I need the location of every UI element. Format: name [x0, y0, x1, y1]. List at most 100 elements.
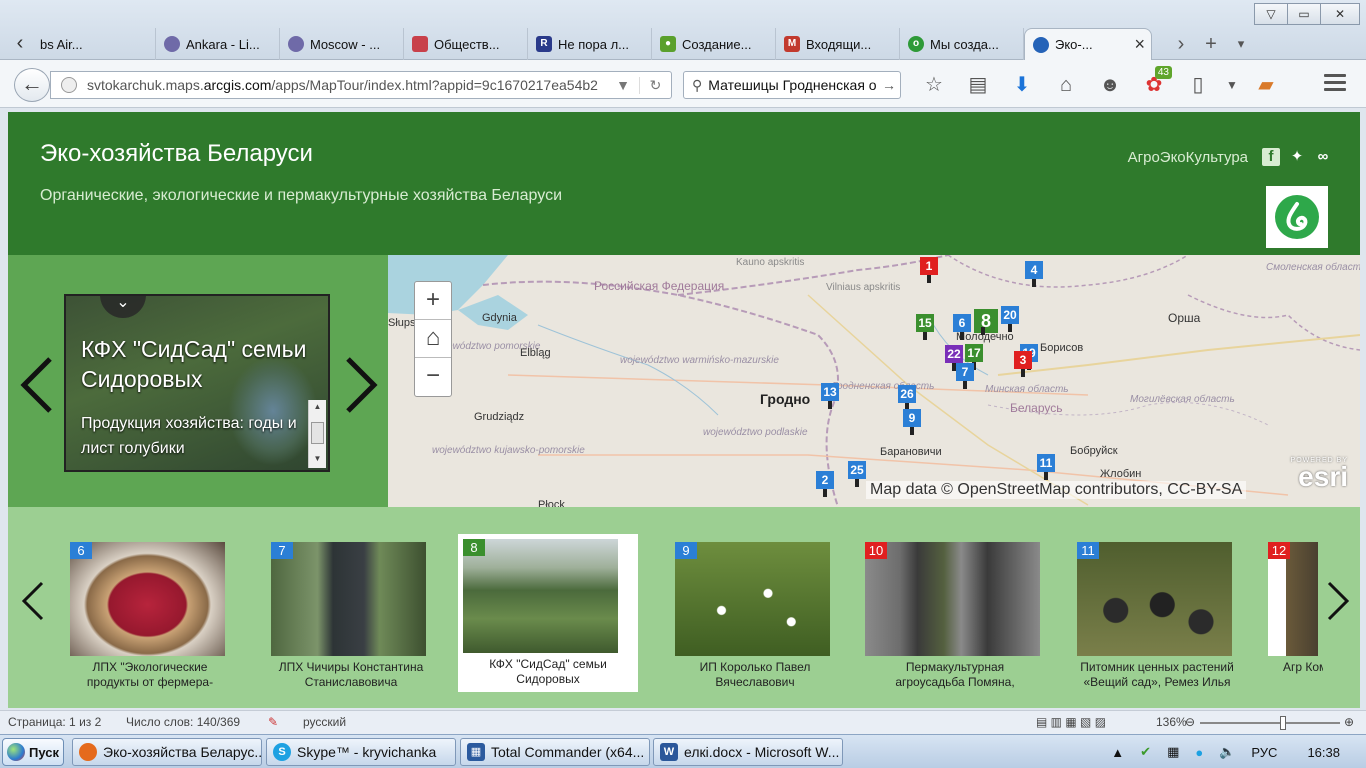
tray-app-icon[interactable]: ✔: [1140, 744, 1151, 760]
zoom-out-button[interactable]: −: [415, 358, 451, 396]
task-skype[interactable]: S Skype™ - kryvichanka: [266, 738, 456, 766]
spellcheck-icon[interactable]: ✎: [268, 715, 278, 729]
language-label[interactable]: русский: [303, 715, 346, 729]
keyboard-language[interactable]: РУС: [1251, 745, 1277, 760]
map-pin-25[interactable]: 25: [848, 461, 866, 487]
map-pin-26[interactable]: 26: [898, 385, 916, 411]
zoom-in-icon[interactable]: ⊕: [1344, 715, 1354, 729]
start-button[interactable]: Пуск: [2, 738, 64, 766]
back-button[interactable]: ←: [14, 68, 50, 102]
tab-scroll-right-icon[interactable]: ›: [1166, 33, 1196, 56]
tab-7[interactable]: о Мы созда...: [900, 28, 1024, 60]
chat-addon-icon[interactable]: ☻: [1088, 70, 1132, 100]
downloads-icon[interactable]: ⬇: [1000, 70, 1044, 100]
collapse-card-icon[interactable]: ⌄: [100, 296, 146, 318]
map-pin-4[interactable]: 4: [1025, 261, 1043, 287]
carousel-item-11[interactable]: 11 Питомник ценных растений «Вещий сад»,…: [1072, 537, 1252, 693]
map-pin-8[interactable]: 8: [974, 309, 998, 335]
addon-icon[interactable]: ✿ 43: [1132, 66, 1176, 100]
map-pin-7[interactable]: 7: [956, 363, 974, 389]
tray-network-icon[interactable]: ▦: [1167, 744, 1179, 760]
home-extent-button[interactable]: ⌂: [415, 320, 451, 358]
extension-icon[interactable]: ▰: [1244, 70, 1288, 100]
map-view[interactable]: Kauno apskritis Vilniaus apskritis Росси…: [388, 255, 1360, 507]
view-mode-icons[interactable]: ▤ ▥ ▦ ▧ ▨: [1036, 715, 1106, 729]
zoom-slider-knob[interactable]: [1280, 716, 1286, 730]
map-pin-1[interactable]: 1: [920, 257, 938, 283]
carousel-item-10[interactable]: 10 Пермакультурная агроусадьба Помяна,: [860, 537, 1040, 693]
volume-icon[interactable]: 🔈: [1219, 744, 1235, 760]
map-pin-22[interactable]: 22: [945, 345, 963, 371]
bookmark-star-icon[interactable]: ☆: [912, 70, 956, 100]
next-story-arrow-icon[interactable]: [340, 355, 380, 415]
map-pin-6[interactable]: 6: [953, 314, 971, 340]
carousel-item-8-selected[interactable]: 8 КФХ "СидСад" семьи Сидоровых: [458, 534, 638, 692]
map-pin-15[interactable]: 15: [916, 314, 934, 340]
map-pin-11[interactable]: 11: [1037, 454, 1055, 480]
tab-5[interactable]: ● Создание...: [652, 28, 776, 60]
scroll-thumb[interactable]: [311, 422, 324, 444]
task-firefox[interactable]: Эко-хозяйства Беларус...: [72, 738, 262, 766]
tab-4[interactable]: R Не пора л...: [528, 28, 652, 60]
carousel-prev-icon[interactable]: [18, 579, 48, 623]
tab-close-icon[interactable]: ×: [1134, 34, 1145, 55]
map-pin-13[interactable]: 13: [821, 383, 839, 409]
restore-button[interactable]: ▭: [1287, 3, 1321, 25]
search-input[interactable]: Матешицы Гродненская о: [708, 77, 878, 93]
url-dropdown-icon[interactable]: ▼: [607, 77, 639, 93]
tab-2[interactable]: Moscow - ...: [280, 28, 404, 60]
task-total-commander[interactable]: ▦ Total Commander (x64...: [460, 738, 650, 766]
minimize-button[interactable]: ▽: [1254, 3, 1288, 25]
new-tab-icon[interactable]: +: [1196, 33, 1226, 56]
scroll-down-icon[interactable]: ▼: [309, 452, 326, 466]
toolbar-icons: ☆ ▤ ⬇ ⌂ ☻ ✿ 43 ▯ ▼ ▰: [912, 66, 1288, 100]
carousel-item-7[interactable]: 7 ЛПХ Чичиры Константина Станиславовича: [266, 537, 446, 693]
tab-scroll-left-icon[interactable]: ‹: [8, 28, 32, 60]
tab-active[interactable]: Эко-... ×: [1024, 28, 1152, 60]
prev-story-arrow-icon[interactable]: [18, 355, 58, 415]
zoom-out-icon[interactable]: ⊖: [1185, 715, 1195, 729]
zoom-level[interactable]: 136%: [1156, 715, 1187, 729]
word-count[interactable]: Число слов: 140/369: [126, 715, 240, 729]
tab-3[interactable]: Обществ...: [404, 28, 528, 60]
clock[interactable]: 16:38: [1307, 745, 1340, 760]
carousel-next-icon[interactable]: [1323, 579, 1353, 623]
task-word[interactable]: Wелкі.docx - Microsoft W...: [653, 738, 843, 766]
agroeco-link[interactable]: АгроЭкоКультура: [1128, 149, 1248, 166]
tray-expand-icon[interactable]: ▲: [1111, 745, 1124, 760]
clipboard-icon[interactable]: ▯: [1176, 70, 1220, 100]
zoom-in-button[interactable]: +: [415, 282, 451, 320]
page-count[interactable]: Страница: 1 из 2: [8, 715, 101, 729]
tray-skype-icon[interactable]: ●: [1195, 745, 1203, 760]
close-window-button[interactable]: ✕: [1320, 3, 1360, 25]
twitter-icon[interactable]: ✦: [1288, 148, 1306, 166]
story-scrollbar[interactable]: ▲ ▼: [308, 400, 326, 468]
drop-logo-icon: [1275, 195, 1319, 239]
carousel-item-12[interactable]: 12 Агр Комар: [1263, 537, 1323, 693]
bookmarks-list-icon[interactable]: ▤: [956, 70, 1000, 100]
map-pin-3[interactable]: 3: [1014, 351, 1032, 377]
carousel-item-9[interactable]: 9 ИП Королько Павел Вячеславович: [670, 537, 850, 693]
map-pin-20[interactable]: 20: [1001, 306, 1019, 332]
tab-list-icon[interactable]: ▾: [1226, 36, 1256, 52]
carousel-item-6[interactable]: 6 ЛПХ "Экологические продукты от фермера…: [65, 537, 245, 693]
tab-0[interactable]: bs Air...: [32, 28, 156, 60]
url-bar[interactable]: svtokarchuk.maps.arcgis.com/apps/MapTour…: [50, 71, 672, 99]
toolbar-dropdown-icon[interactable]: ▼: [1220, 70, 1244, 100]
home-icon[interactable]: ⌂: [1044, 70, 1088, 100]
link-icon[interactable]: ∞: [1314, 148, 1332, 166]
url-text[interactable]: svtokarchuk.maps.arcgis.com/apps/MapTour…: [87, 77, 607, 93]
tab-6[interactable]: M Входящи...: [776, 28, 900, 60]
map-pin-9[interactable]: 9: [903, 409, 921, 435]
tab-1[interactable]: Ankara - Li...: [156, 28, 280, 60]
map-pin-2[interactable]: 2: [816, 471, 834, 497]
map-pin-17[interactable]: 17: [965, 344, 983, 370]
search-go-icon[interactable]: →: [878, 77, 900, 93]
facebook-icon[interactable]: f: [1262, 148, 1280, 166]
site-identity-icon[interactable]: [61, 77, 77, 93]
menu-icon[interactable]: [1324, 74, 1346, 95]
scroll-up-icon[interactable]: ▲: [309, 400, 326, 414]
search-bar[interactable]: ⚲ Матешицы Гродненская о →: [683, 71, 901, 99]
reload-icon[interactable]: ↻: [639, 76, 671, 94]
zoom-slider[interactable]: [1200, 716, 1340, 730]
